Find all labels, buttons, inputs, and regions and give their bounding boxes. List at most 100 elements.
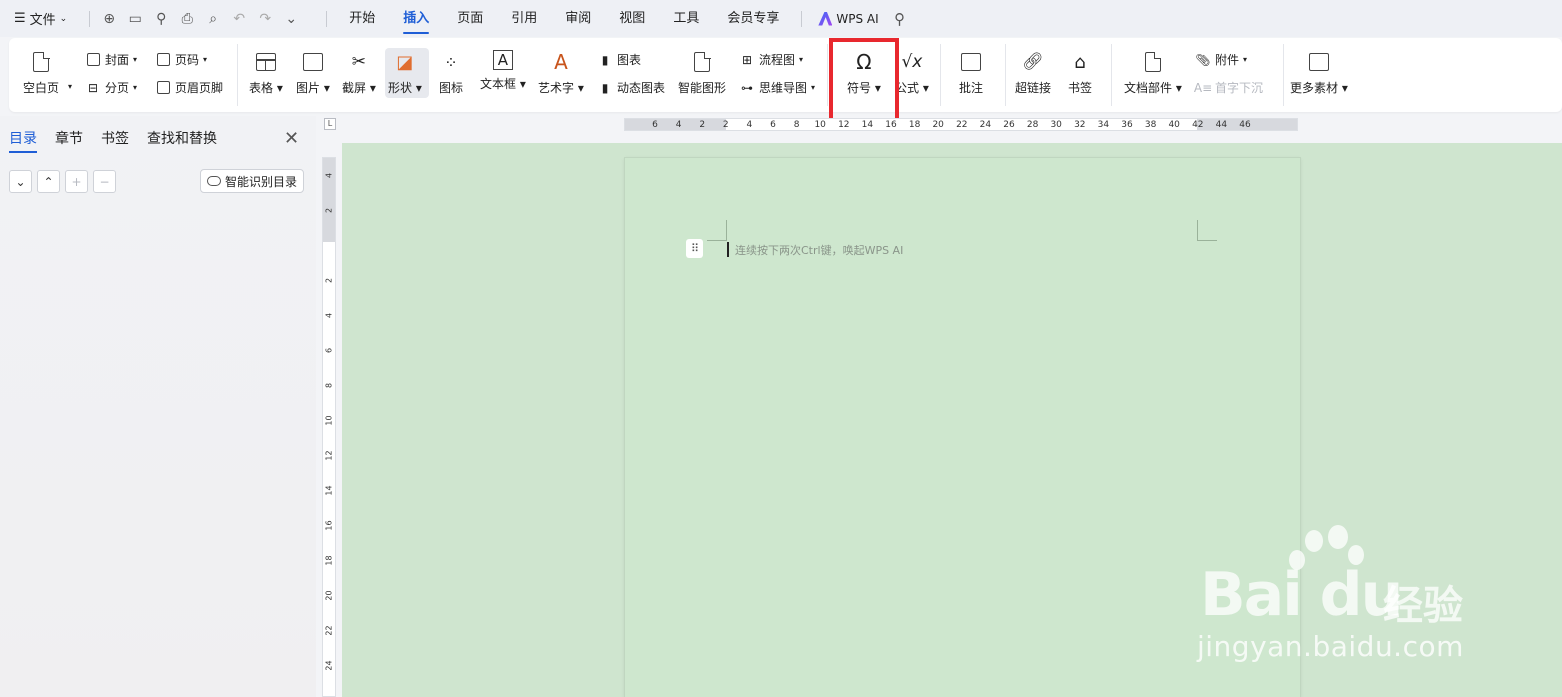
doc-parts-button[interactable]: 文档部件 ▾ xyxy=(1124,50,1182,96)
text-cursor xyxy=(727,242,729,257)
mindmap-button[interactable]: ⊶ 思维导图 ▾ xyxy=(739,79,815,96)
ruler-tick-label: 16 xyxy=(324,520,334,531)
tab-insert[interactable]: 插入 xyxy=(389,0,443,37)
paperclip-icon: 📎︎ xyxy=(1195,52,1211,67)
customize-chevron-icon[interactable]: ⌄ xyxy=(278,6,304,32)
file-menu-label: 文件 xyxy=(29,13,56,28)
redo-icon[interactable]: ↷ xyxy=(252,6,278,32)
margin-corner-mark xyxy=(726,220,727,240)
mindmap-label: 思维导图 xyxy=(759,81,808,95)
vertical-ruler[interactable]: 4 2 2 4 6 8 10 12 14 16 18 20 22 24 xyxy=(322,157,336,697)
tab-view[interactable]: 视图 xyxy=(605,0,659,37)
assets-icon xyxy=(1307,50,1331,74)
tab-review[interactable]: 审阅 xyxy=(551,0,605,37)
page-number-label: 页码 xyxy=(175,53,200,67)
doc-parts-icon xyxy=(1141,50,1165,74)
expand-down-icon[interactable]: ⌄ xyxy=(9,170,32,193)
margin-corner-mark xyxy=(1197,220,1198,241)
file-menu[interactable]: ☰ 文件 ⌄ xyxy=(14,9,67,28)
scissors-icon: ✂ xyxy=(351,52,367,72)
bookmark-label: 书签 xyxy=(1068,81,1093,95)
comment-button[interactable]: 批注 xyxy=(959,50,983,96)
wordart-button[interactable]: A 艺术字 ▾ xyxy=(538,50,584,96)
tab-references[interactable]: 引用 xyxy=(497,0,551,37)
chart-button[interactable]: ▮ 图表 xyxy=(597,51,641,68)
smart-graphic-button[interactable]: 智能图形 xyxy=(678,50,726,96)
paragraph-drag-handle-icon[interactable]: ⠿ xyxy=(686,239,703,258)
picture-button[interactable]: 图片 ▾ xyxy=(296,50,330,96)
blank-page-button[interactable]: 空白页 xyxy=(23,50,59,96)
drop-cap-icon: A≡ xyxy=(1193,80,1213,95)
dynamic-chart-label: 动态图表 xyxy=(617,81,666,95)
doc-parts-label: 文档部件 ▾ xyxy=(1124,81,1182,95)
tab-home[interactable]: 开始 xyxy=(335,0,389,37)
cover-button[interactable]: 封面 ▾ xyxy=(85,51,137,68)
header-footer-button[interactable]: 页眉页脚 xyxy=(155,79,223,96)
collapse-up-icon[interactable]: ⌃ xyxy=(37,170,60,193)
add-icon[interactable]: + xyxy=(65,170,88,193)
ruler-tick-label: 40 xyxy=(1168,120,1180,130)
nav-tab-bookmarks[interactable]: 书签 xyxy=(101,128,129,153)
ruler-tick-label: 6 xyxy=(652,120,658,130)
dynamic-chart-button[interactable]: ▮ 动态图表 xyxy=(597,79,665,96)
textbox-label: 文本框 ▾ xyxy=(480,77,526,91)
flowchart-button[interactable]: ⊞ 流程图 ▾ xyxy=(739,51,803,68)
tab-stop-selector[interactable]: L xyxy=(324,118,336,130)
hyperlink-button[interactable]: 🔗︎ 超链接 xyxy=(1015,50,1051,96)
ruler-tick-label: 2 xyxy=(722,120,729,130)
smart-toc-button[interactable]: 智能识别目录 xyxy=(200,169,305,193)
page-break-label: 分页 xyxy=(105,81,130,95)
ribbon-tabs: 开始 插入 页面 引用 审阅 视图 工具 会员专享 WPS AI ⚲ xyxy=(318,0,912,37)
divider xyxy=(801,10,803,27)
page-break-button[interactable]: ⊟ 分页 ▾ xyxy=(85,79,137,96)
format-painter-icon[interactable]: ⚲ xyxy=(148,6,174,32)
ruler-tick-label: 36 xyxy=(1121,120,1133,130)
more-assets-button[interactable]: 更多素材 ▾ xyxy=(1290,50,1348,96)
tab-tools[interactable]: 工具 xyxy=(659,0,713,37)
undo-icon[interactable]: ↶ xyxy=(226,6,252,32)
attachment-button[interactable]: 📎︎ 附件 ▾ xyxy=(1195,51,1247,68)
tab-member[interactable]: 会员专享 xyxy=(713,0,793,37)
search-icon[interactable]: ⚲ xyxy=(887,10,913,28)
chevron-down-icon[interactable]: ▾ xyxy=(68,82,72,91)
close-icon[interactable]: ✕ xyxy=(284,128,299,149)
nav-tab-sections[interactable]: 章节 xyxy=(55,128,83,153)
quick-access-toolbar: ⊕ ▭ ⚲ ⎙ ⌕ ↶ ↷ ⌄ xyxy=(83,6,304,32)
bookmark-button[interactable]: ⌂ 书签 xyxy=(1068,50,1092,96)
formula-button[interactable]: √x 公式 ▾ xyxy=(895,50,929,96)
wps-ai-button[interactable]: WPS AI xyxy=(810,11,886,26)
insert-ribbon: 空白页 ▾ 封面 ▾ ⊟ 分页 ▾ 页码 ▾ 页眉页脚 表格 ▾ 图片 ▾ ✂ … xyxy=(9,38,1562,112)
shape-button[interactable]: ◪ 形状 ▾ xyxy=(388,50,422,96)
chevron-down-icon: ▾ xyxy=(133,83,138,92)
textbox-button[interactable]: A 文本框 ▾ xyxy=(480,50,526,92)
print-preview-icon[interactable]: ⌕ xyxy=(200,6,226,32)
ruler-tick-label: 24 xyxy=(979,120,992,130)
screenshot-button[interactable]: ✂ 截屏 ▾ xyxy=(342,50,376,96)
ruler-tick-label: 20 xyxy=(324,590,334,601)
wps-ai-label: WPS AI xyxy=(836,11,879,26)
horizontal-ruler[interactable]: 6 4 2 2 4 6 8 10 12 14 16 18 20 22 24 26 28 30 32 34 36 38 40 4… xyxy=(624,118,1298,131)
table-button[interactable]: 表格 ▾ xyxy=(249,50,283,96)
ruler-tick-label: 4 xyxy=(675,120,682,130)
ruler-tick-label: 22 xyxy=(956,120,968,130)
smart-graphic-icon xyxy=(690,50,714,74)
watermark-brand: Bai du xyxy=(1200,560,1403,630)
page-number-button[interactable]: 页码 ▾ xyxy=(155,51,207,68)
new-document-icon[interactable]: ⊕ xyxy=(96,6,122,32)
chevron-down-icon: ▾ xyxy=(203,55,208,64)
icon-button[interactable]: ⁘ 图标 xyxy=(439,50,463,96)
ruler-tick-label: 12 xyxy=(838,120,850,130)
print-icon[interactable]: ⎙ xyxy=(174,6,200,32)
ruler-tick-label: 18 xyxy=(324,555,334,566)
nav-tab-toc[interactable]: 目录 xyxy=(9,128,37,153)
symbol-highlight-box xyxy=(829,38,899,130)
comment-label: 批注 xyxy=(959,81,984,95)
save-icon[interactable]: ▭ xyxy=(122,6,148,32)
ruler-tick-label: 24 xyxy=(324,660,334,671)
tab-page[interactable]: 页面 xyxy=(443,0,497,37)
ruler-tick-label: 8 xyxy=(793,120,800,130)
ruler-tick-label: 18 xyxy=(908,120,921,130)
remove-icon[interactable]: − xyxy=(93,170,116,193)
nav-tab-find-replace[interactable]: 查找和替换 xyxy=(147,128,217,153)
drop-cap-button[interactable]: A≡ 首字下沉 xyxy=(1193,79,1263,96)
